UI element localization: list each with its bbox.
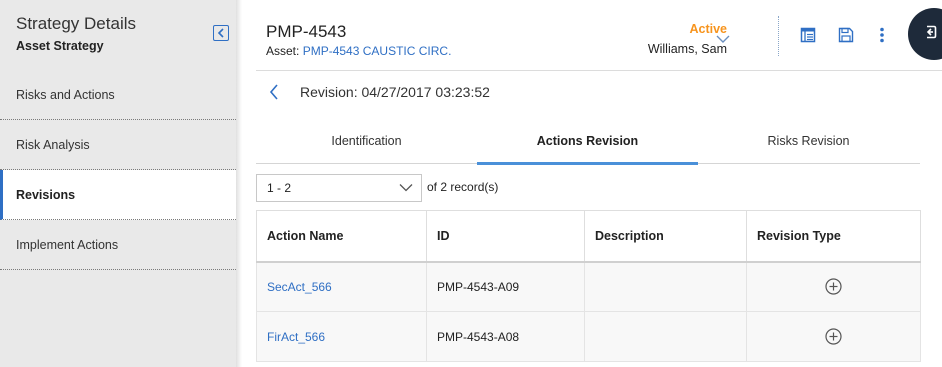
sidebar-item-label: Implement Actions (16, 237, 119, 252)
more-vertical-icon[interactable] (873, 26, 891, 44)
tab-actions-revision[interactable]: Actions Revision (477, 118, 698, 165)
sidebar-header: Strategy Details Asset Strategy (0, 0, 236, 70)
collapse-sidebar-icon[interactable] (213, 25, 229, 41)
action-description (584, 261, 747, 312)
revision-tabs: Identification Actions Revision Risks Re… (256, 118, 920, 165)
asset-prefix: Asset: (266, 44, 300, 58)
save-icon[interactable] (837, 26, 855, 44)
plus-circle-icon (825, 328, 842, 345)
plus-circle-icon (825, 278, 842, 295)
chevron-down-icon[interactable] (716, 31, 730, 49)
panel-arrow-icon (922, 24, 938, 45)
sidebar-item-revisions[interactable]: Revisions (0, 170, 236, 220)
tab-identification[interactable]: Identification (256, 118, 477, 164)
sidebar: Strategy Details Asset Strategy Risks an… (0, 0, 236, 367)
record-id: PMP-4543 (266, 22, 347, 41)
action-name-link[interactable]: FirAct_566 (256, 311, 427, 362)
revision-type-cell (746, 311, 921, 362)
record-header: PMP-4543 Asset: PMP-4543 CAUSTIC CIRC. A… (266, 0, 942, 70)
back-arrow-icon[interactable] (264, 82, 284, 102)
tab-label: Actions Revision (536, 134, 639, 148)
chevron-down-icon (399, 181, 413, 195)
action-id: PMP-4543-A09 (426, 261, 585, 312)
page-range-select[interactable]: 1 - 2 (256, 174, 422, 202)
record-count: of 2 record(s) (427, 180, 499, 194)
tab-risks-revision[interactable]: Risks Revision (698, 118, 919, 164)
layout-icon[interactable] (799, 26, 817, 44)
sidebar-item-label: Risk Analysis (16, 137, 90, 152)
header-divider-line (256, 70, 942, 71)
sidebar-title: Strategy Details (16, 14, 136, 33)
sidebar-subtitle: Asset Strategy (16, 39, 104, 53)
column-header-action-name[interactable]: Action Name (256, 210, 427, 263)
sidebar-item-risk-analysis[interactable]: Risk Analysis (0, 120, 236, 170)
actions-revision-table: Action Name ID Description Revision Type… (256, 210, 921, 362)
revision-row: Revision: 04/27/2017 03:23:52 (256, 80, 490, 104)
tab-label: Identification (331, 134, 402, 148)
tab-label: Risks Revision (767, 134, 850, 148)
page-range-value: 1 - 2 (267, 181, 292, 195)
asset-line: Asset: PMP-4543 CAUSTIC CIRC. (266, 44, 451, 58)
sidebar-item-implement-actions[interactable]: Implement Actions (0, 220, 236, 270)
asset-link[interactable]: PMP-4543 CAUSTIC CIRC. (303, 44, 452, 58)
action-name-link[interactable]: SecAct_566 (256, 261, 427, 312)
column-header-id[interactable]: ID (426, 210, 585, 263)
sidebar-item-label: Risks and Actions (16, 87, 115, 102)
column-header-revision-type[interactable]: Revision Type (746, 210, 921, 263)
table-row: FirAct_566 PMP-4543-A08 (256, 311, 921, 362)
table-row: SecAct_566 PMP-4543-A09 (256, 261, 921, 312)
table-header-row: Action Name ID Description Revision Type (256, 210, 921, 263)
sidebar-item-label: Revisions (16, 187, 76, 202)
header-divider (778, 16, 779, 56)
sidebar-item-risks-and-actions[interactable]: Risks and Actions (0, 70, 236, 120)
action-id: PMP-4543-A08 (426, 311, 585, 362)
revision-title: Revision: 04/27/2017 03:23:52 (300, 84, 490, 100)
action-description (584, 311, 747, 362)
column-header-description[interactable]: Description (584, 210, 747, 263)
revision-type-cell (746, 261, 921, 312)
